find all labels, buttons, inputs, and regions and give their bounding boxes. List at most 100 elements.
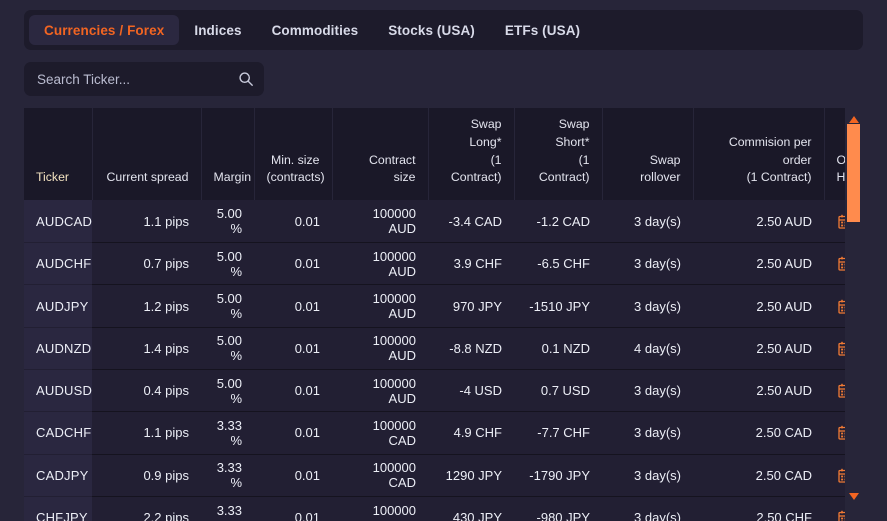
column-header-margin[interactable]: Margin — [201, 108, 254, 200]
cell-spread: 1.2 pips — [92, 285, 201, 327]
cell-swap-long: 970 JPY — [428, 285, 514, 327]
cell-ticker[interactable]: CADJPY — [24, 454, 92, 496]
cell-ticker[interactable]: CADCHF — [24, 412, 92, 454]
cell-ticker[interactable]: AUDUSD — [24, 370, 92, 412]
cell-swap-rollover: 3 day(s) — [602, 454, 693, 496]
cell-contract-size: 100000 AUD — [332, 327, 428, 369]
cell-swap-short: -1790 JPY — [514, 454, 602, 496]
cell-margin: 3.33 % — [201, 496, 254, 521]
cell-commission: 2.50 AUD — [693, 327, 824, 369]
cell-min-size: 0.01 — [254, 370, 332, 412]
cell-margin: 5.00 % — [201, 327, 254, 369]
column-header-min-size[interactable]: Min. size (contracts) — [254, 108, 332, 200]
cell-swap-short: -6.5 CHF — [514, 243, 602, 285]
cell-contract-size: 100000 AUD — [332, 370, 428, 412]
cell-spread: 0.9 pips — [92, 454, 201, 496]
cell-min-size: 0.01 — [254, 496, 332, 521]
cell-swap-rollover: 3 day(s) — [602, 370, 693, 412]
table-row[interactable]: AUDJPY1.2 pips5.00 %0.01100000 AUD970 JP… — [24, 285, 863, 327]
table-row[interactable]: AUDCHF0.7 pips5.00 %0.01100000 AUD3.9 CH… — [24, 243, 863, 285]
cell-contract-size: 100000 CHF — [332, 496, 428, 521]
cell-swap-long: 4.9 CHF — [428, 412, 514, 454]
table-body: AUDCAD1.1 pips5.00 %0.01100000 AUD-3.4 C… — [24, 200, 863, 521]
cell-contract-size: 100000 AUD — [332, 285, 428, 327]
cell-swap-short: -7.7 CHF — [514, 412, 602, 454]
instruments-table-container: Ticker Current spread Margin Min. size (… — [24, 108, 863, 521]
search-box[interactable] — [24, 62, 264, 96]
cell-ticker[interactable]: AUDCAD — [24, 200, 92, 242]
cell-margin: 5.00 % — [201, 370, 254, 412]
column-header-contract-size[interactable]: Contract size — [332, 108, 428, 200]
tab-stocks-usa[interactable]: Stocks (USA) — [373, 15, 490, 45]
cell-ticker[interactable]: AUDNZD — [24, 327, 92, 369]
cell-min-size: 0.01 — [254, 243, 332, 285]
cell-swap-short: -1510 JPY — [514, 285, 602, 327]
cell-spread: 1.1 pips — [92, 412, 201, 454]
cell-margin: 5.00 % — [201, 200, 254, 242]
cell-contract-size: 100000 AUD — [332, 243, 428, 285]
cell-swap-short: 0.7 USD — [514, 370, 602, 412]
column-header-current-spread[interactable]: Current spread — [92, 108, 201, 200]
table-row[interactable]: CADCHF1.1 pips3.33 %0.01100000 CAD4.9 CH… — [24, 412, 863, 454]
category-tabbar: Currencies / Forex Indices Commodities S… — [24, 10, 863, 50]
tab-etfs-usa[interactable]: ETFs (USA) — [490, 15, 595, 45]
column-header-ticker[interactable]: Ticker — [24, 108, 92, 200]
cell-swap-rollover: 3 day(s) — [602, 200, 693, 242]
cell-contract-size: 100000 CAD — [332, 454, 428, 496]
cell-swap-rollover: 3 day(s) — [602, 243, 693, 285]
cell-swap-rollover: 3 day(s) — [602, 412, 693, 454]
cell-min-size: 0.01 — [254, 200, 332, 242]
cell-swap-rollover: 3 day(s) — [602, 285, 693, 327]
table-row[interactable]: CHFJPY2.2 pips3.33 %0.01100000 CHF430 JP… — [24, 496, 863, 521]
cell-swap-long: 3.9 CHF — [428, 243, 514, 285]
table-header-row: Ticker Current spread Margin Min. size (… — [24, 108, 863, 200]
cell-margin: 3.33 % — [201, 454, 254, 496]
scroll-up-arrow-icon[interactable] — [848, 111, 860, 120]
cell-margin: 5.00 % — [201, 285, 254, 327]
scrollbar-thumb[interactable] — [847, 124, 860, 222]
table-row[interactable]: AUDUSD0.4 pips5.00 %0.01100000 AUD-4 USD… — [24, 370, 863, 412]
table-row[interactable]: AUDNZD1.4 pips5.00 %0.01100000 AUD-8.8 N… — [24, 327, 863, 369]
cell-ticker[interactable]: AUDJPY — [24, 285, 92, 327]
cell-swap-long: -8.8 NZD — [428, 327, 514, 369]
cell-swap-long: 1290 JPY — [428, 454, 514, 496]
cell-spread: 0.7 pips — [92, 243, 201, 285]
cell-commission: 2.50 AUD — [693, 370, 824, 412]
tab-commodities[interactable]: Commodities — [257, 15, 374, 45]
cell-commission: 2.50 CAD — [693, 454, 824, 496]
cell-swap-long: -3.4 CAD — [428, 200, 514, 242]
cell-commission: 2.50 AUD — [693, 285, 824, 327]
cell-contract-size: 100000 AUD — [332, 200, 428, 242]
table-vertical-scrollbar[interactable] — [845, 108, 863, 521]
cell-ticker[interactable]: AUDCHF — [24, 243, 92, 285]
table-row[interactable]: CADJPY0.9 pips3.33 %0.01100000 CAD1290 J… — [24, 454, 863, 496]
scroll-down-arrow-icon[interactable] — [848, 488, 860, 497]
cell-contract-size: 100000 CAD — [332, 412, 428, 454]
cell-swap-long: 430 JPY — [428, 496, 514, 521]
column-header-commission[interactable]: Commision per order (1 Contract) — [693, 108, 824, 200]
cell-swap-long: -4 USD — [428, 370, 514, 412]
cell-spread: 2.2 pips — [92, 496, 201, 521]
cell-spread: 1.1 pips — [92, 200, 201, 242]
tab-indices[interactable]: Indices — [179, 15, 256, 45]
cell-commission: 2.50 AUD — [693, 243, 824, 285]
search-icon[interactable] — [238, 71, 254, 87]
search-input[interactable] — [37, 72, 238, 87]
tab-currencies-forex[interactable]: Currencies / Forex — [29, 15, 179, 45]
cell-commission: 2.50 CAD — [693, 412, 824, 454]
cell-swap-short: 0.1 NZD — [514, 327, 602, 369]
cell-spread: 0.4 pips — [92, 370, 201, 412]
cell-commission: 2.50 AUD — [693, 200, 824, 242]
cell-swap-short: -1.2 CAD — [514, 200, 602, 242]
cell-ticker[interactable]: CHFJPY — [24, 496, 92, 521]
table-row[interactable]: AUDCAD1.1 pips5.00 %0.01100000 AUD-3.4 C… — [24, 200, 863, 242]
cell-min-size: 0.01 — [254, 285, 332, 327]
cell-margin: 3.33 % — [201, 412, 254, 454]
cell-min-size: 0.01 — [254, 412, 332, 454]
column-header-swap-rollover[interactable]: Swap rollover — [602, 108, 693, 200]
column-header-swap-short[interactable]: Swap Short* (1 Contract) — [514, 108, 602, 200]
cell-commission: 2.50 CHF — [693, 496, 824, 521]
instruments-table: Ticker Current spread Margin Min. size (… — [24, 108, 863, 521]
column-header-swap-long[interactable]: Swap Long* (1 Contract) — [428, 108, 514, 200]
cell-swap-short: -980 JPY — [514, 496, 602, 521]
